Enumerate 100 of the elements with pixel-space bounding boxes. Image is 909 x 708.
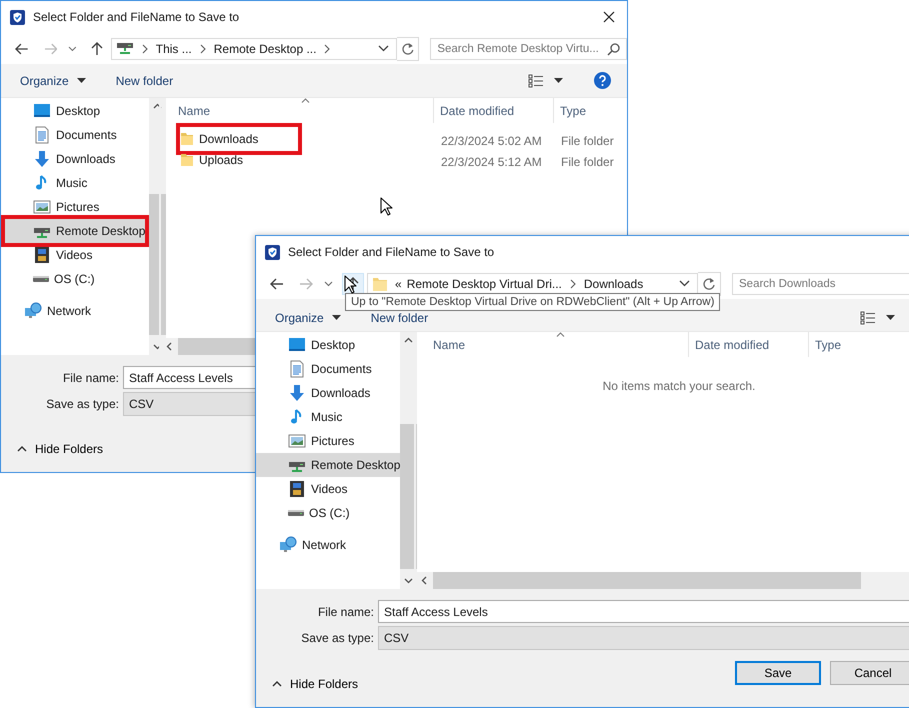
column-header[interactable]: Type <box>809 332 899 357</box>
new-folder-button[interactable]: New folder <box>106 70 182 92</box>
document-icon <box>33 126 51 144</box>
window-title: Select Folder and FileName to Save to <box>288 245 494 259</box>
column-header[interactable]: Name <box>416 332 689 357</box>
cursor-icon <box>380 197 394 217</box>
folder-icon <box>372 276 388 292</box>
column-header[interactable]: Date modified <box>689 332 809 357</box>
empty-message: No items match your search. <box>602 378 756 393</box>
chevron-down-icon <box>378 45 389 52</box>
sidebar-item[interactable]: OS (C:) <box>1 267 150 291</box>
folder-name[interactable]: Downloads <box>199 132 258 146</box>
sidebar-item[interactable]: Videos <box>256 477 400 501</box>
chevron-down-icon[interactable] <box>324 280 333 286</box>
download-arrow-icon <box>33 150 51 168</box>
dialog-button[interactable]: Save <box>735 661 821 685</box>
drive-icon <box>33 276 49 282</box>
chevron-up-icon <box>17 446 27 452</box>
sort-caret-icon <box>556 332 565 337</box>
hide-folders-button[interactable]: Hide Folders <box>268 675 362 693</box>
scroll-down-icon[interactable] <box>404 578 414 584</box>
scroll-up-icon[interactable] <box>404 337 414 343</box>
field-label: Save as type: <box>300 631 375 645</box>
back-arrow-icon[interactable] <box>270 278 284 290</box>
column-header[interactable]: Date modified <box>434 98 554 123</box>
search-icon <box>606 42 620 56</box>
column-header[interactable]: Name <box>161 98 434 123</box>
sidebar-item[interactable]: Music <box>1 171 150 195</box>
sidebar-item[interactable]: Downloads <box>1 147 150 171</box>
table-cell-text: File folder <box>560 134 615 148</box>
scroll-left-icon[interactable] <box>166 342 172 351</box>
caret-icon <box>554 78 563 83</box>
sidebar-item[interactable]: Downloads <box>256 381 400 405</box>
film-strip-icon <box>33 246 51 264</box>
sidebar-item[interactable]: OS (C:) <box>256 501 400 525</box>
download-arrow-icon <box>288 384 306 402</box>
folder-name[interactable]: Uploads <box>199 153 244 167</box>
chevron-down-icon[interactable] <box>68 46 78 52</box>
shield-icon <box>265 244 280 260</box>
up-arrow-icon <box>90 42 103 56</box>
cursor-icon <box>344 275 358 295</box>
sidebar-item[interactable]: Network <box>1 299 150 323</box>
folder-icon <box>180 153 194 167</box>
hide-folders-button[interactable]: Hide Folders <box>13 440 108 458</box>
sidebar-item[interactable]: Documents <box>256 357 400 381</box>
field-label: Save as type: <box>45 397 120 411</box>
dialog-button[interactable]: Cancel <box>830 661 909 685</box>
field-label: File name: <box>62 370 120 384</box>
sidebar-item[interactable]: Pictures <box>256 429 400 453</box>
caret-icon <box>76 78 86 83</box>
help-icon[interactable] <box>594 72 611 89</box>
sidebar-item[interactable]: Desktop <box>1 99 150 123</box>
sidebar-item[interactable]: Desktop <box>256 333 400 357</box>
search-field[interactable]: Search Remote Desktop Virtu... <box>430 38 627 60</box>
monitor-icon <box>33 102 51 120</box>
document-icon <box>288 360 306 378</box>
column-header[interactable]: Type <box>554 98 644 123</box>
monitor-icon <box>288 336 306 354</box>
sort-caret-icon <box>301 98 310 103</box>
list-view-icon <box>528 74 544 88</box>
organize-button[interactable]: Organize <box>11 70 95 92</box>
close-icon[interactable] <box>603 11 615 23</box>
chevron-up-icon <box>272 681 282 687</box>
table-cell-text: File folder <box>560 154 615 168</box>
list-view-icon <box>860 310 876 324</box>
network-icon <box>24 302 42 320</box>
refresh-icon[interactable] <box>396 36 420 60</box>
sidebar-item[interactable]: Music <box>256 405 400 429</box>
chevron-down-icon <box>679 280 690 287</box>
breadcrumb-segment[interactable]: This ... <box>156 42 192 56</box>
up-arrow-icon <box>347 276 359 290</box>
scroll-left-icon[interactable] <box>421 576 427 585</box>
breadcrumb-segment[interactable]: Downloads <box>584 276 644 290</box>
sidebar-item[interactable]: Documents <box>1 123 150 147</box>
file-type-dropdown[interactable]: CSV <box>378 626 909 650</box>
breadcrumb-segment[interactable]: Remote Desktop Virtual Dri... <box>406 276 562 290</box>
network-drive-icon <box>116 42 134 54</box>
table-cell-text: 22/3/2024 5:12 AM <box>440 154 543 168</box>
caret-icon <box>332 315 341 320</box>
sidebar-item[interactable]: Network <box>256 533 400 557</box>
tooltip: Up to "Remote Desktop Virtual Drive on RDWebClient" (Alt + Up Arrow) <box>345 293 720 311</box>
address-bar[interactable]: This ... Remote Desktop ... <box>110 38 397 60</box>
folder-icon <box>180 132 194 146</box>
sidebar-item[interactable]: Remote Desktop <box>256 453 400 477</box>
search-field[interactable]: Search Downloads <box>732 272 909 294</box>
overflow-chevron[interactable]: « <box>395 276 402 290</box>
back-arrow-icon[interactable] <box>15 42 29 54</box>
window-title: Select Folder and FileName to Save to <box>33 10 240 24</box>
film-strip-icon <box>288 480 306 498</box>
field-label: File name: <box>316 604 375 618</box>
sidebar-item[interactable]: Remote Desktop <box>1 215 150 247</box>
shield-icon <box>10 10 25 24</box>
picture-icon <box>33 198 51 216</box>
table-cell-text: 22/3/2024 5:02 AM <box>440 134 543 148</box>
picture-icon <box>288 432 306 450</box>
breadcrumb-segment[interactable]: Remote Desktop ... <box>214 42 316 56</box>
caret-icon <box>886 315 895 320</box>
drive-icon <box>288 510 304 516</box>
network-icon <box>279 536 297 554</box>
file-name-field[interactable]: Staff Access Levels <box>378 600 909 623</box>
